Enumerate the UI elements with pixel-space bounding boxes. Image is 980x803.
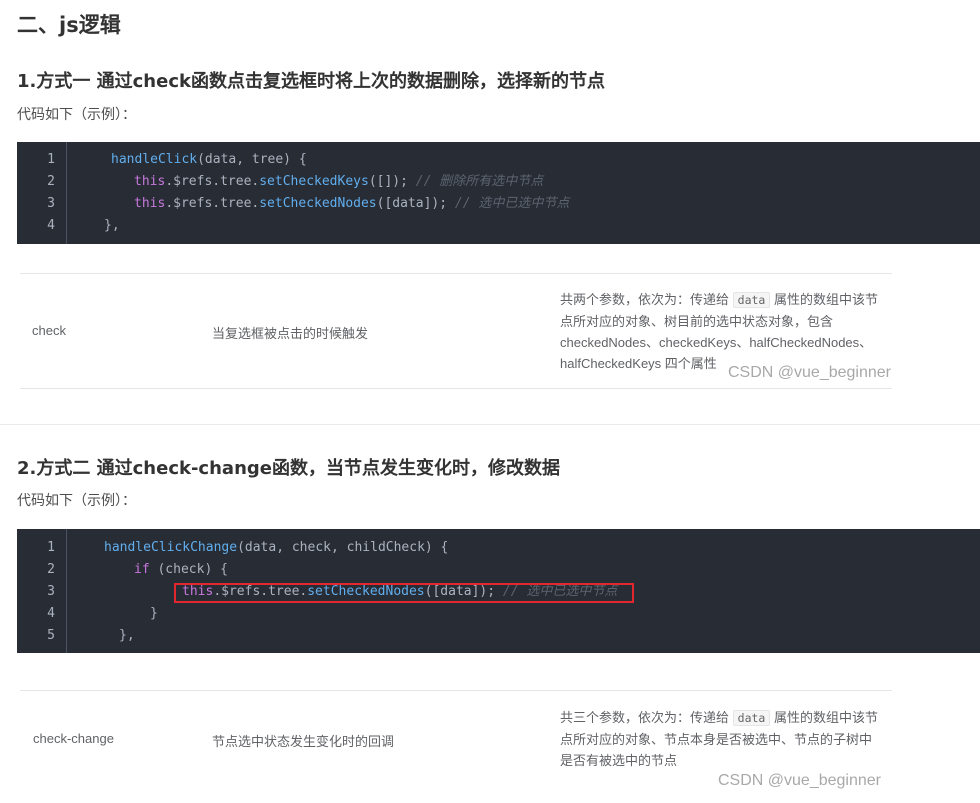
code-text: ([]); bbox=[368, 174, 416, 189]
line-number: 2 bbox=[47, 174, 55, 189]
function-name: handleClick bbox=[111, 152, 198, 167]
line-number-gutter: 1 2 3 4 5 bbox=[17, 529, 67, 653]
event-name: check-change bbox=[33, 731, 114, 746]
line-number: 3 bbox=[47, 196, 55, 211]
code-text: .$refs.tree. bbox=[165, 196, 260, 211]
event-name: check bbox=[32, 323, 66, 338]
code-text: (data, tree) { bbox=[197, 152, 307, 167]
event-table-row: check-change 节点选中状态发生变化时的回调 共三个参数，依次为：传递… bbox=[20, 690, 892, 791]
params-prefix: 共三个参数，依次为：传递给 bbox=[560, 710, 730, 725]
code-block-1[interactable]: 1 2 3 4 handleClick(data, tree) { this.$… bbox=[17, 142, 980, 244]
event-explanation: 节点选中状态发生变化时的回调 bbox=[212, 734, 395, 749]
code-line: handleClickChange(data, check, childChec… bbox=[104, 537, 448, 559]
line-number: 4 bbox=[47, 218, 55, 233]
code-text: ([data]); bbox=[376, 196, 455, 211]
keyword: this bbox=[134, 196, 166, 211]
event-table-row: check 当复选框被点击的时候触发 共两个参数，依次为：传递给 data 属性… bbox=[20, 273, 892, 389]
code-comment: // 选中已选中节点 bbox=[454, 196, 570, 211]
code-line: }, bbox=[119, 628, 135, 643]
watermark: CSDN @vue_beginner bbox=[728, 364, 891, 381]
inline-code: data bbox=[732, 292, 771, 308]
code-block-2[interactable]: 1 2 3 4 5 handleClickChange(data, check,… bbox=[17, 529, 980, 653]
line-number-gutter: 1 2 3 4 bbox=[17, 142, 67, 244]
watermark: CSDN @vue_beginner bbox=[718, 772, 881, 789]
code-line: this.$refs.tree.setCheckedNodes([data]);… bbox=[134, 193, 569, 215]
method2-title: 2.方式二 通过check-change函数，当节点发生变化时，修改数据 bbox=[17, 458, 560, 479]
method1-intro: 代码如下（示例）： bbox=[17, 107, 136, 123]
line-number: 4 bbox=[47, 606, 55, 621]
code-text: (check) { bbox=[149, 562, 228, 577]
method1-title: 1.方式一 通过check函数点击复选框时将上次的数据删除，选择新的节点 bbox=[17, 71, 605, 92]
code-line: this.$refs.tree.setCheckedKeys([]); // 删… bbox=[134, 171, 543, 193]
method2-intro: 代码如下（示例）： bbox=[17, 493, 136, 509]
section-heading: 二、js逻辑 bbox=[17, 13, 121, 37]
function-name: setCheckedNodes bbox=[259, 196, 377, 211]
line-number: 5 bbox=[47, 628, 55, 643]
code-line: handleClick(data, tree) { bbox=[111, 149, 307, 171]
line-number: 1 bbox=[47, 540, 55, 555]
code-line: } bbox=[150, 606, 158, 621]
inline-code: data bbox=[732, 710, 771, 726]
highlight-box bbox=[174, 583, 634, 603]
function-name: setCheckedKeys bbox=[259, 174, 369, 189]
function-name: handleClickChange bbox=[104, 540, 238, 555]
line-number: 3 bbox=[47, 584, 55, 599]
code-text: (data, check, childCheck) { bbox=[237, 540, 449, 555]
line-number: 1 bbox=[47, 152, 55, 167]
keyword: this bbox=[134, 174, 166, 189]
code-line: if (check) { bbox=[134, 559, 228, 581]
event-explanation: 当复选框被点击的时候触发 bbox=[212, 326, 369, 341]
event-params: 共两个参数，依次为：传递给 data 属性的数组中该节点所对应的对象、树目前的选… bbox=[560, 289, 880, 374]
divider bbox=[0, 424, 980, 425]
code-text: .$refs.tree. bbox=[165, 174, 260, 189]
event-params: 共三个参数，依次为：传递给 data 属性的数组中该节点所对应的对象、节点本身是… bbox=[560, 707, 880, 771]
params-prefix: 共两个参数，依次为：传递给 bbox=[560, 292, 730, 307]
keyword: if bbox=[134, 562, 150, 577]
code-comment: // 删除所有选中节点 bbox=[415, 174, 544, 189]
code-line: }, bbox=[104, 218, 120, 233]
line-number: 2 bbox=[47, 562, 55, 577]
